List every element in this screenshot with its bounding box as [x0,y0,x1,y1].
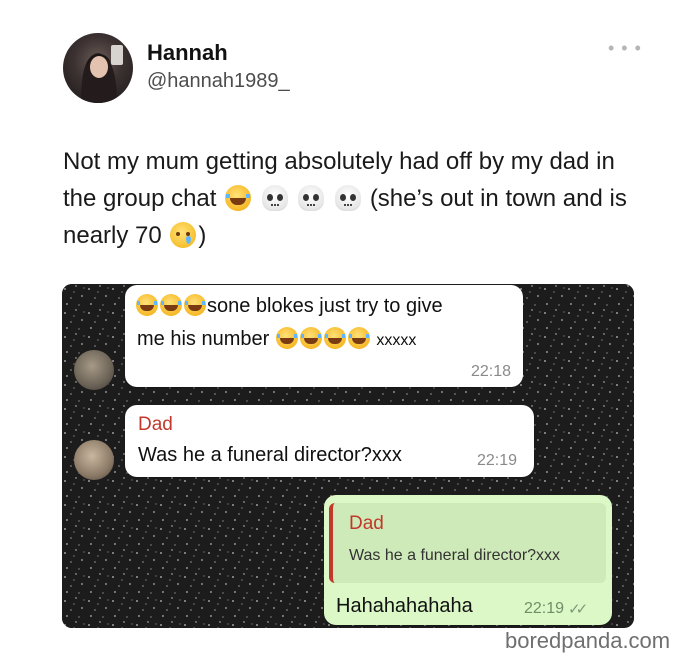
watermark: boredpanda.com [505,628,671,653]
tears-of-joy-emoji-icon [160,294,182,316]
author-handle[interactable]: @hannah1989_ [147,70,290,93]
tears-of-joy-emoji-icon [323,327,346,349]
sender-name: Dad [138,414,173,435]
tears-of-joy-emoji-icon [347,327,370,349]
profile-avatar[interactable] [63,33,133,103]
quoted-sender-name: Dad [349,513,384,534]
tears-of-joy-emoji-icon [184,294,206,316]
message-line-2: me his number xxxxx [137,327,416,351]
tears-of-joy-emoji-icon [136,294,158,316]
tweet-text-part3: ) [198,222,207,249]
message-text: me his number [137,328,270,350]
message-suffix: xxxxx [376,332,417,349]
tears-of-joy-emoji-icon [299,327,322,349]
incoming-message-bubble[interactable]: Dad Was he a funeral director?xxx 22:19 [125,405,534,477]
message-time: 22:19 [524,600,565,617]
skull-emoji-icon [261,185,288,211]
chat-screenshot: sone blokes just try to give me his numb… [62,284,634,628]
message-text: Was he a funeral director?xxx [138,444,402,466]
quoted-message[interactable]: Dad Was he a funeral director?xxx [329,503,606,583]
skull-emoji-icon [298,185,325,211]
message-text: sone blokes just try to give [207,295,443,317]
author-name[interactable]: Hannah [147,40,228,66]
sender-avatar[interactable] [74,350,114,390]
tears-of-joy-emoji-icon [275,327,298,349]
message-time: 22:18 [470,363,511,380]
tweet-text: Not my mum getting absolutely had off by… [63,143,653,254]
message-time: 22:19 [477,452,518,469]
tears-of-joy-emoji-icon [225,185,252,211]
more-horizontal-icon[interactable]: • • • [608,38,642,59]
skull-emoji-icon [335,185,362,211]
outgoing-message-bubble[interactable]: Dad Was he a funeral director?xxx Hahaha… [324,495,612,625]
quoted-text: Was he a funeral director?xxx [349,547,561,564]
message-line-1: sone blokes just try to give [135,294,443,318]
avatar-photo [81,45,123,103]
sender-avatar[interactable] [74,440,114,480]
crying-face-emoji-icon [170,222,197,248]
double-check-icon: ✓✓ [568,601,588,618]
message-text: Hahahahahaha [336,595,473,617]
incoming-message-bubble[interactable]: sone blokes just try to give me his numb… [125,285,523,387]
